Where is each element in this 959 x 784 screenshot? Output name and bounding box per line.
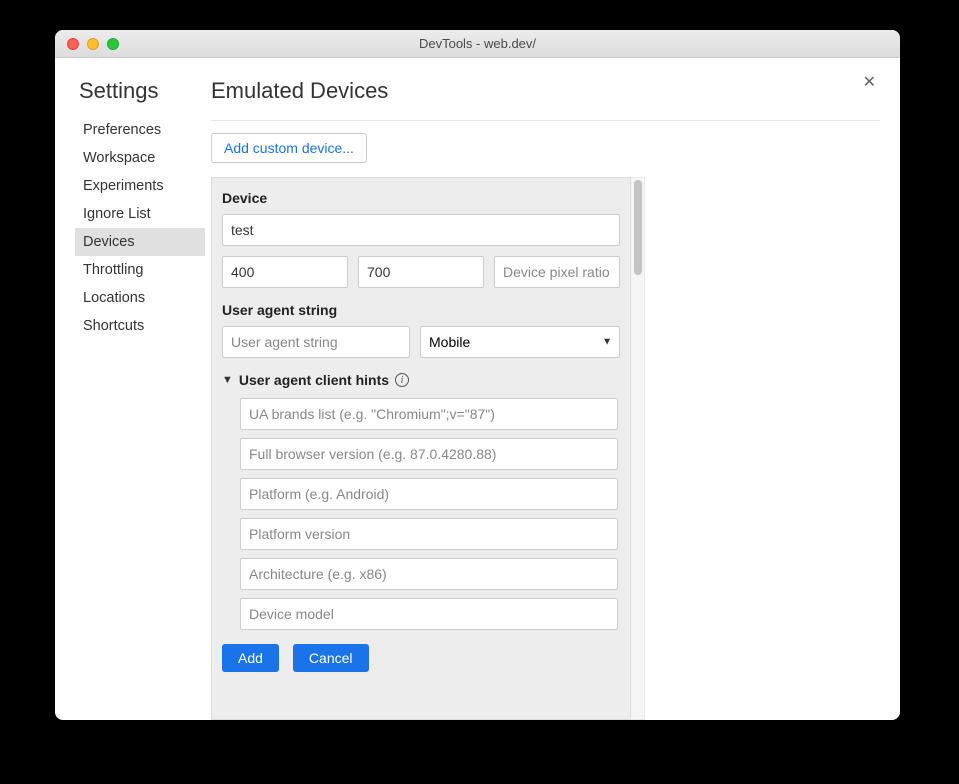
main-panel: Emulated Devices Add custom device... De…: [205, 78, 880, 720]
device-form-panel: Device User agent string Mobile: [211, 177, 631, 720]
sidebar-item-shortcuts[interactable]: Shortcuts: [75, 312, 205, 340]
scrollbar[interactable]: [631, 177, 645, 720]
window-minimize-button[interactable]: [87, 38, 99, 50]
window-title: DevTools - web.dev/: [55, 36, 900, 51]
device-model-input[interactable]: [240, 598, 618, 630]
device-name-input[interactable]: [222, 214, 620, 246]
window-close-button[interactable]: [67, 38, 79, 50]
client-hints-list: [222, 398, 620, 638]
disclosure-icon: ▼: [222, 374, 233, 386]
device-form-wrap: Device User agent string Mobile: [211, 177, 880, 720]
page-heading: Emulated Devices: [211, 78, 880, 121]
titlebar: DevTools - web.dev/: [55, 30, 900, 58]
device-width-input[interactable]: [222, 256, 348, 288]
cancel-button[interactable]: Cancel: [293, 644, 369, 672]
add-button[interactable]: Add: [222, 644, 279, 672]
content-area: ✕ Settings Preferences Workspace Experim…: [55, 58, 900, 720]
client-hints-label: User agent client hints: [239, 372, 389, 388]
sidebar-item-ignore-list[interactable]: Ignore List: [75, 200, 205, 228]
app-window: DevTools - web.dev/ ✕ Settings Preferenc…: [55, 30, 900, 720]
scrollbar-thumb[interactable]: [634, 180, 642, 275]
ua-type-select[interactable]: Mobile: [420, 326, 620, 358]
sidebar-title: Settings: [75, 78, 205, 104]
architecture-input[interactable]: [240, 558, 618, 590]
sidebar-item-preferences[interactable]: Preferences: [75, 116, 205, 144]
device-pixel-ratio-input[interactable]: [494, 256, 620, 288]
info-icon[interactable]: i: [395, 373, 409, 387]
device-height-input[interactable]: [358, 256, 484, 288]
sidebar-item-throttling[interactable]: Throttling: [75, 256, 205, 284]
window-maximize-button[interactable]: [107, 38, 119, 50]
sidebar-item-experiments[interactable]: Experiments: [75, 172, 205, 200]
platform-input[interactable]: [240, 478, 618, 510]
full-browser-version-input[interactable]: [240, 438, 618, 470]
add-custom-device-button[interactable]: Add custom device...: [211, 133, 367, 163]
client-hints-header[interactable]: ▼ User agent client hints i: [222, 372, 620, 388]
sidebar-item-devices[interactable]: Devices: [75, 228, 205, 256]
platform-version-input[interactable]: [240, 518, 618, 550]
ua-type-select-wrap: Mobile ▼: [420, 326, 620, 358]
device-section-label: Device: [222, 190, 620, 206]
traffic-lights: [55, 38, 119, 50]
settings-sidebar: Settings Preferences Workspace Experimen…: [75, 78, 205, 720]
sidebar-item-locations[interactable]: Locations: [75, 284, 205, 312]
ua-section-label: User agent string: [222, 302, 620, 318]
user-agent-input[interactable]: [222, 326, 410, 358]
ua-brands-input[interactable]: [240, 398, 618, 430]
close-icon[interactable]: ✕: [863, 72, 876, 92]
sidebar-item-workspace[interactable]: Workspace: [75, 144, 205, 172]
